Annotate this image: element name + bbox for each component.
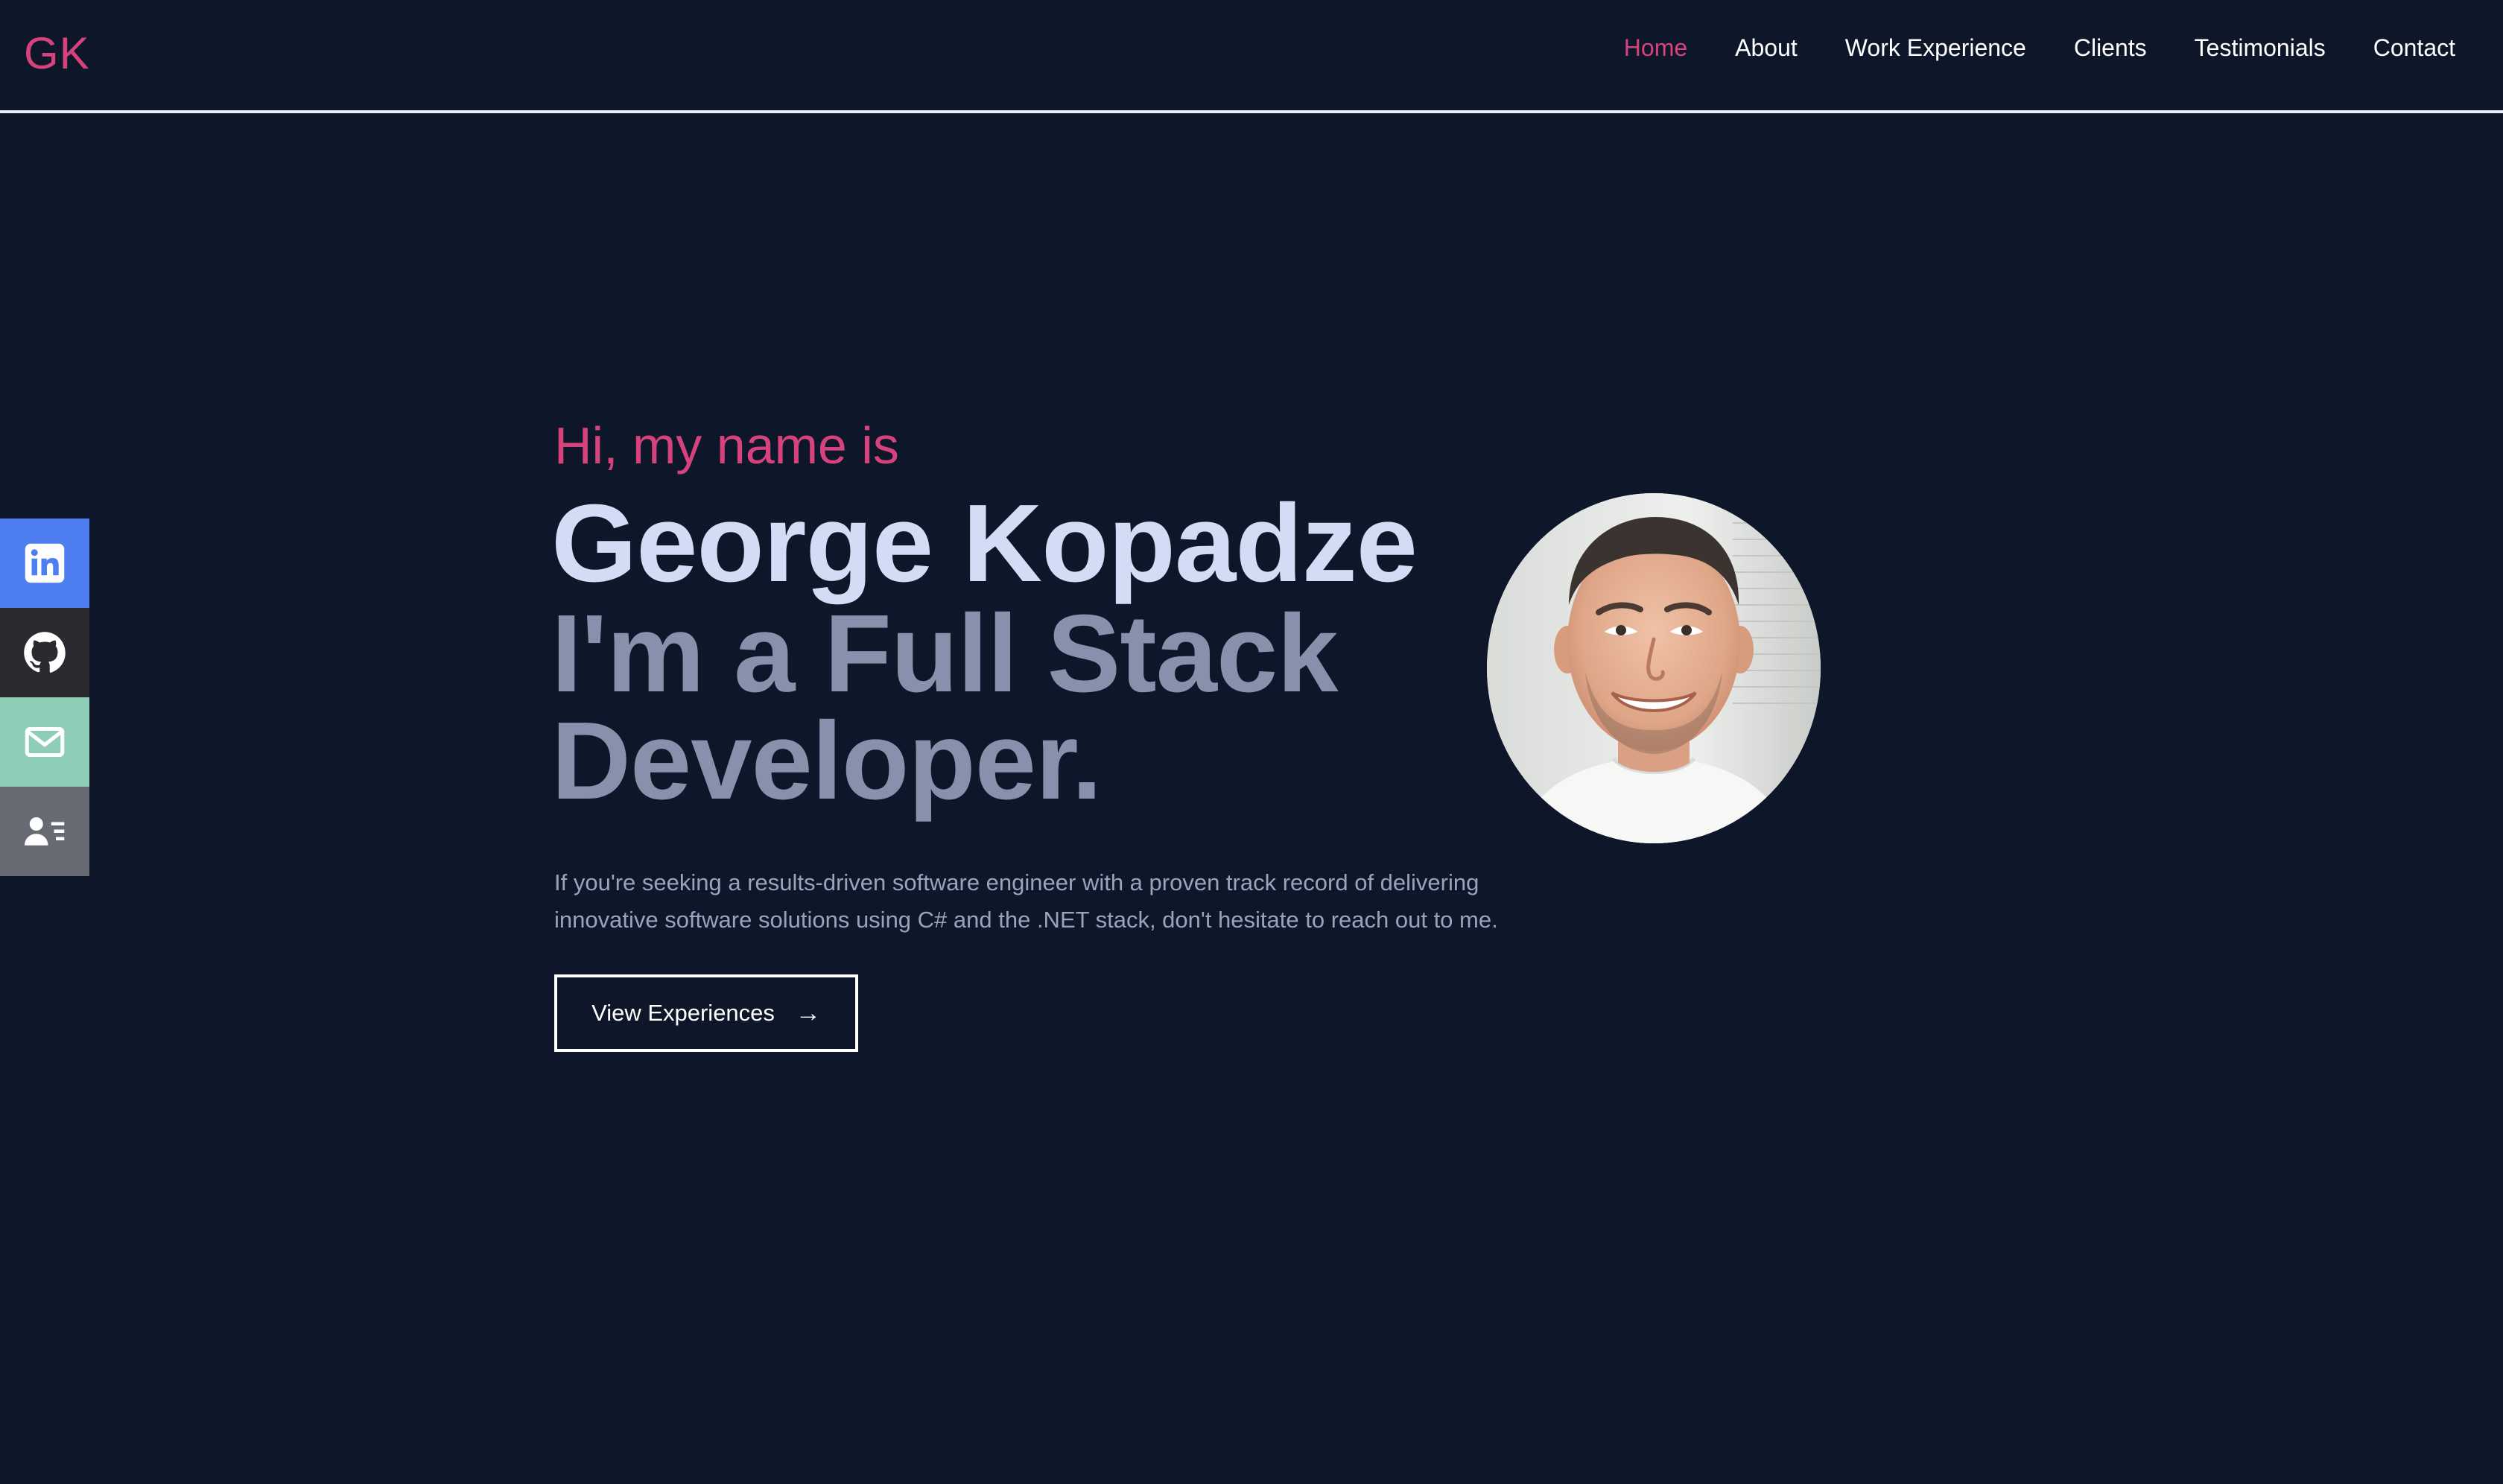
profile-photo-illustration: [1487, 493, 1821, 843]
email-link[interactable]: [0, 697, 89, 787]
linkedin-icon: [25, 543, 65, 583]
nav-menu: Home About Work Experience Clients Testi…: [1624, 30, 2455, 66]
arrow-right-icon: →: [795, 999, 821, 1027]
nav-link-testimonials[interactable]: Testimonials: [2195, 30, 2326, 66]
github-link[interactable]: [0, 608, 89, 697]
social-sidebar: [0, 519, 89, 876]
logo[interactable]: GK: [24, 27, 90, 80]
profile-photo: [1487, 493, 1821, 843]
github-icon: [24, 632, 66, 673]
hero-name: George Kopadze: [551, 482, 1418, 605]
top-navbar: GK Home About Work Experience Clients Te…: [0, 0, 2503, 113]
nav-link-clients[interactable]: Clients: [2074, 30, 2147, 66]
view-experiences-label: View Experiences: [591, 1000, 775, 1026]
nav-link-about[interactable]: About: [1735, 30, 1798, 66]
greeting-text: Hi, my name is: [554, 416, 899, 475]
hero-role: I'm a Full Stack Developer.: [551, 592, 1339, 822]
nav-link-contact[interactable]: Contact: [2373, 30, 2455, 66]
mail-icon: [25, 727, 65, 757]
page: GK Home About Work Experience Clients Te…: [0, 0, 2503, 1484]
view-experiences-button[interactable]: View Experiences →: [554, 974, 858, 1052]
resume-icon: [25, 817, 65, 846]
linkedin-link[interactable]: [0, 519, 89, 608]
nav-link-home[interactable]: Home: [1624, 30, 1687, 66]
hero-description: If you're seeking a results-driven softw…: [554, 869, 1498, 933]
nav-link-work-experience[interactable]: Work Experience: [1845, 30, 2026, 66]
resume-link[interactable]: [0, 787, 89, 876]
